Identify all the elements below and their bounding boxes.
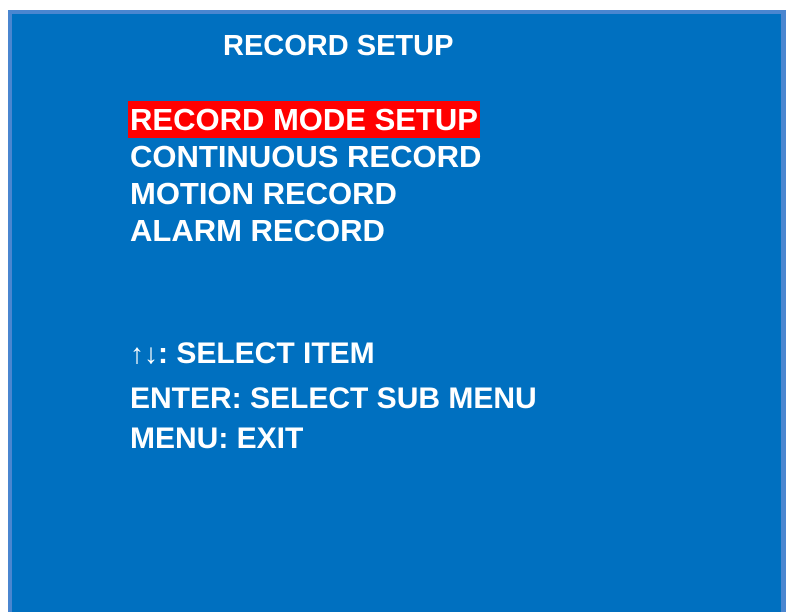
help-menu-exit: MENU: EXIT — [130, 422, 304, 455]
menu-item-motion-record[interactable]: MOTION RECORD — [128, 175, 483, 212]
osd-screen: RECORD SETUP RECORD MODE SETUP CONTINUOU… — [8, 10, 786, 612]
menu-item-continuous-record[interactable]: CONTINUOUS RECORD — [128, 138, 483, 175]
up-down-arrow-icon: ↑↓ — [130, 338, 158, 369]
help-text: ↑↓: SELECT ITEM ENTER: SELECT SUB MENU M… — [130, 334, 537, 459]
menu-item-alarm-record[interactable]: ALARM RECORD — [128, 212, 483, 249]
menu-item-label: ALARM RECORD — [130, 213, 385, 248]
menu-item-label: CONTINUOUS RECORD — [130, 139, 482, 174]
osd-panel: RECORD SETUP RECORD MODE SETUP CONTINUOU… — [12, 14, 781, 612]
page-title: RECORD SETUP — [223, 30, 454, 62]
help-enter: ENTER: SELECT SUB MENU — [130, 382, 537, 415]
help-select-label: : SELECT ITEM — [158, 337, 375, 370]
menu-item-label: MOTION RECORD — [130, 176, 397, 211]
page: RECORD SETUP RECORD MODE SETUP CONTINUOU… — [0, 0, 786, 612]
help-select-item: ↑↓: SELECT ITEM — [130, 334, 537, 379]
menu-item-label: RECORD MODE SETUP — [128, 101, 480, 138]
menu-item-record-mode-setup[interactable]: RECORD MODE SETUP — [128, 101, 483, 138]
record-setup-menu: RECORD MODE SETUP CONTINUOUS RECORD MOTI… — [128, 101, 483, 249]
